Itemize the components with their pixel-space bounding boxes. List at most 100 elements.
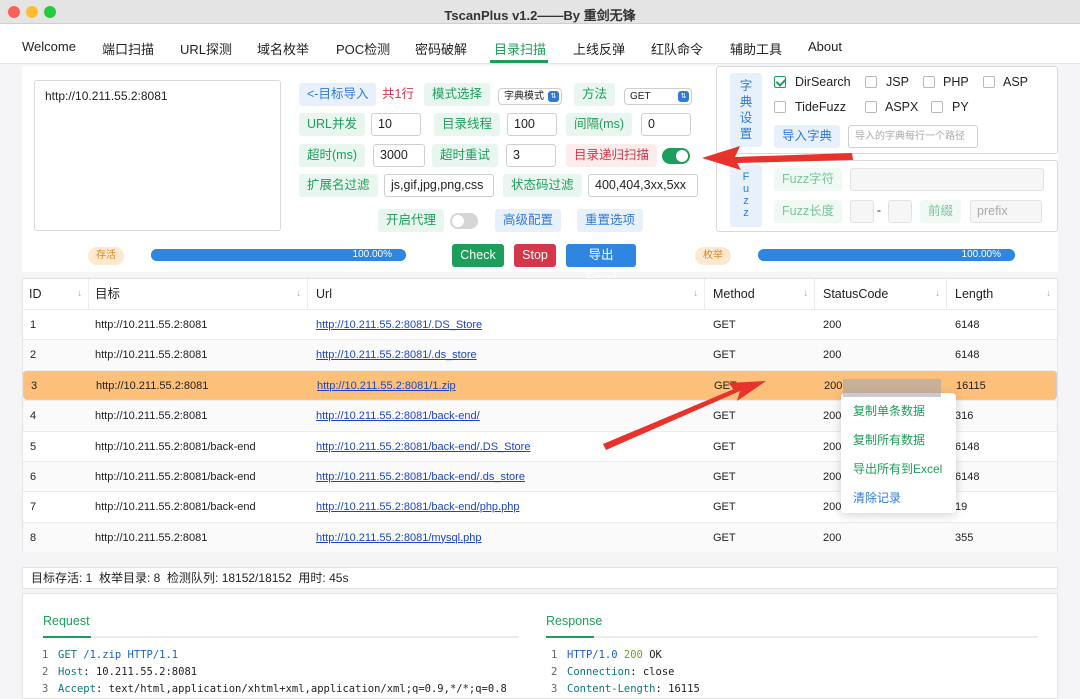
- recursive-scan-toggle[interactable]: [662, 148, 690, 164]
- line-number: 3: [42, 683, 49, 695]
- col-id-header[interactable]: ID ↓: [23, 279, 89, 309]
- tab-password-crack[interactable]: 密码破解: [415, 39, 467, 58]
- col-target-header[interactable]: 目标 ↓: [89, 279, 308, 309]
- table-row[interactable]: 2 http://10.211.55.2:8081 http://10.211.55…: [23, 339, 1057, 370]
- menu-export-all-excel[interactable]: 导出所有到Excel: [853, 460, 942, 477]
- checkbox-py-label: PY: [952, 100, 969, 114]
- checkbox-py[interactable]: [931, 101, 943, 113]
- title-bar: TscanPlus v1.2——By 重剑无锋: [0, 0, 1080, 24]
- cell-url[interactable]: http://10.211.55.2:8081/back-end/.ds_sto…: [316, 462, 525, 492]
- tab-domain-enum[interactable]: 域名枚举: [257, 39, 309, 58]
- col-id-header-text: ID: [29, 287, 42, 301]
- cell-length: 316: [955, 410, 974, 423]
- method-select[interactable]: GET ⇅: [624, 88, 692, 105]
- mode-select[interactable]: 字典模式 ⇅: [498, 88, 562, 105]
- checkbox-php[interactable]: [923, 76, 935, 88]
- response-title[interactable]: Response: [546, 614, 602, 628]
- cell-url[interactable]: http://10.211.55.2:8081/back-end/.DS_Sto…: [316, 432, 530, 462]
- context-menu: 复制单条数据 复制所有数据 导出所有到Excel 清除记录: [841, 393, 956, 513]
- code-token: Host: [58, 666, 84, 678]
- tab-welcome[interactable]: Welcome: [22, 39, 76, 54]
- col-length-header[interactable]: Length ↓: [947, 279, 1057, 309]
- retry-input[interactable]: 3: [506, 144, 556, 167]
- request-title[interactable]: Request: [43, 614, 90, 628]
- cell-url[interactable]: http://10.211.55.2:8081/.DS_Store: [316, 310, 482, 340]
- cell-id: 4: [30, 410, 37, 423]
- code-token: : 10.211.55.2:8081: [83, 666, 198, 678]
- checkbox-dirsearch-label: DirSearch: [795, 75, 851, 89]
- tab-aux-tools[interactable]: 辅助工具: [730, 39, 782, 58]
- cell-url[interactable]: http://10.211.55.2:8081/back-end/php.php: [316, 492, 519, 522]
- cell-target: http://10.211.55.2:8081/back-end: [95, 471, 256, 483]
- checkbox-tidefuzz[interactable]: [774, 101, 786, 113]
- targets-textarea[interactable]: http://10.211.55.2:8081: [34, 80, 281, 231]
- menu-clear-records[interactable]: 清除记录: [853, 489, 901, 506]
- status-filter-input[interactable]: 400,404,3xx,5xx: [588, 174, 698, 197]
- tab-poc-check[interactable]: POC检测: [336, 39, 390, 58]
- sort-arrow-icon: ↓: [935, 288, 940, 299]
- cell-url[interactable]: http://10.211.55.2:8081/1.zip: [317, 371, 456, 401]
- cell-length: 6148: [955, 440, 980, 453]
- code-token: Accept: [58, 683, 96, 695]
- table-row[interactable]: 8 http://10.211.55.2:8081 http://10.211.55…: [23, 521, 1057, 553]
- cell-length: 19: [955, 501, 968, 514]
- col-url-header[interactable]: Url ↓: [308, 279, 705, 309]
- cell-id: 3: [31, 379, 38, 392]
- sort-arrow-icon: ↓: [296, 288, 301, 299]
- tab-redteam-commands[interactable]: 红队命令: [651, 39, 703, 58]
- cell-id: 1: [30, 319, 37, 331]
- prefix-input[interactable]: prefix: [970, 200, 1042, 223]
- reset-options-button[interactable]: 重置选项: [577, 209, 644, 232]
- tab-port-scan[interactable]: 端口扫描: [102, 39, 154, 58]
- checkbox-aspx[interactable]: [865, 101, 877, 113]
- checkbox-jsp-label: JSP: [886, 75, 909, 89]
- cell-status: 200: [824, 379, 843, 392]
- cell-method: GET: [713, 319, 736, 331]
- response-title-underline: [546, 636, 594, 638]
- url-concurrency-input[interactable]: 10: [371, 113, 421, 136]
- cell-url[interactable]: http://10.211.55.2:8081/mysql.php: [316, 523, 482, 553]
- recursive-scan-label: 目录递归扫描: [566, 144, 658, 167]
- cell-id: 7: [30, 501, 37, 514]
- code-token: 200: [617, 649, 643, 661]
- col-method-header[interactable]: Method ↓: [705, 279, 815, 309]
- ext-filter-input[interactable]: js,gif,jpg,png,css: [384, 174, 494, 197]
- cell-target: http://10.211.55.2:8081/back-end: [95, 440, 256, 453]
- request-response-panel: Request 1 GET /1.zip HTTP/1.1 2 Host: 10.21…: [22, 593, 1058, 699]
- stop-button[interactable]: Stop: [514, 244, 556, 267]
- fuzz-length-min-input[interactable]: [850, 200, 874, 223]
- menu-copy-single[interactable]: 复制单条数据: [853, 402, 925, 419]
- menu-copy-all[interactable]: 复制所有数据: [853, 431, 925, 448]
- cell-url[interactable]: http://10.211.55.2:8081/back-end/: [316, 401, 480, 431]
- tab-url-probe[interactable]: URL探测: [180, 39, 232, 58]
- cell-method: GET: [713, 440, 736, 453]
- import-dict-button[interactable]: 导入字典: [774, 125, 841, 148]
- code-line: 2 Host: 10.211.55.2:8081: [42, 666, 197, 678]
- cell-url[interactable]: http://10.211.55.2:8081/.ds_store: [316, 340, 477, 370]
- dict-path-input[interactable]: 导入的字典每行一个路径: [848, 125, 978, 148]
- col-method-header-text: Method: [713, 287, 755, 301]
- export-excel-button[interactable]: 导出Excel: [566, 244, 636, 285]
- cell-target: http://10.211.55.2:8081/back-end: [95, 501, 256, 514]
- line-number: 3: [551, 683, 558, 695]
- timeout-input[interactable]: 3000: [373, 144, 425, 167]
- check-button[interactable]: Check: [452, 244, 504, 267]
- tab-dir-scan[interactable]: 目录扫描: [494, 39, 546, 58]
- col-status-header[interactable]: StatusCode ↓: [815, 279, 947, 309]
- tab-about[interactable]: About: [808, 39, 842, 54]
- tab-reverse-shell[interactable]: 上线反弹: [573, 39, 625, 58]
- fuzz-chars-input[interactable]: [850, 168, 1044, 191]
- advanced-config-button[interactable]: 高级配置: [495, 209, 562, 232]
- table-row[interactable]: 1 http://10.211.55.2:8081 http://10.211.55…: [23, 309, 1057, 339]
- dir-threads-input[interactable]: 100: [507, 113, 557, 136]
- checkbox-asp[interactable]: [983, 76, 995, 88]
- response-title-divider: [546, 636, 1038, 638]
- checkbox-dirsearch[interactable]: [774, 76, 786, 88]
- fuzz-length-max-input[interactable]: [888, 200, 912, 223]
- interval-input[interactable]: 0: [641, 113, 691, 136]
- import-targets-button[interactable]: <-目标导入: [299, 83, 377, 106]
- proxy-toggle[interactable]: [450, 213, 478, 229]
- alive-progress-bar: 100.00%: [151, 249, 406, 261]
- cell-target: http://10.211.55.2:8081: [95, 349, 208, 362]
- checkbox-jsp[interactable]: [865, 76, 877, 88]
